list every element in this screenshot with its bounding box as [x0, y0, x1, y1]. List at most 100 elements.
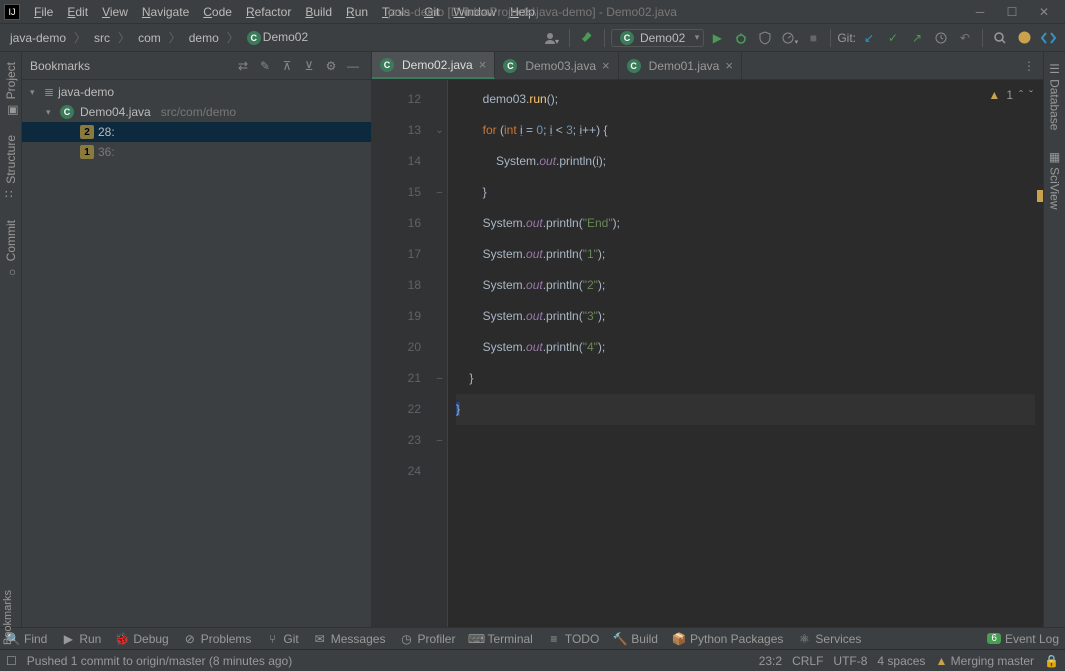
sciview-tool-tab[interactable]: ▦ SciView: [1046, 146, 1064, 214]
undo-icon[interactable]: ↶: [954, 27, 976, 49]
code-editor[interactable]: 12131415161718192021222324 ⌄––– demo03.r…: [372, 80, 1043, 627]
tool-window-run[interactable]: ▶Run: [61, 632, 101, 646]
git-pull-icon[interactable]: ↙: [858, 27, 880, 49]
filter-icon[interactable]: ⇄: [233, 56, 253, 76]
coverage-button[interactable]: [754, 27, 776, 49]
crumb[interactable]: demo: [185, 29, 223, 47]
menu-navigate[interactable]: Navigate: [136, 3, 195, 21]
close-icon[interactable]: ×: [479, 57, 487, 72]
tool-window-build[interactable]: 🔨Build: [613, 632, 658, 646]
editor-tab[interactable]: CDemo03.java×: [495, 52, 618, 79]
build-hammer-icon[interactable]: [576, 27, 598, 49]
expand-icon[interactable]: ⊼: [277, 56, 297, 76]
branch-widget[interactable]: ▲ Merging master: [935, 654, 1034, 668]
line-number[interactable]: 24: [376, 456, 421, 487]
line-number[interactable]: 14: [376, 146, 421, 177]
tool-window-event-log[interactable]: 6Event Log: [987, 632, 1059, 646]
fold-region[interactable]: [432, 146, 447, 177]
line-number[interactable]: 23: [376, 425, 421, 456]
search-icon[interactable]: [989, 27, 1011, 49]
fold-region[interactable]: [432, 84, 447, 115]
line-number[interactable]: 13: [376, 115, 421, 146]
crumb[interactable]: java-demo: [6, 29, 70, 47]
lock-icon[interactable]: 🔒: [1044, 654, 1059, 668]
maximize-button[interactable]: ☐: [1005, 5, 1019, 19]
code-with-me-icon[interactable]: [1037, 27, 1059, 49]
line-separator[interactable]: CRLF: [792, 654, 823, 668]
line-number[interactable]: 12: [376, 84, 421, 115]
tool-window-messages[interactable]: ✉Messages: [313, 632, 386, 646]
collapse-icon[interactable]: ⊻: [299, 56, 319, 76]
line-number[interactable]: 22: [376, 394, 421, 425]
chevron-up-icon[interactable]: ˆ: [1019, 88, 1023, 102]
close-icon[interactable]: ×: [602, 58, 610, 73]
line-number[interactable]: 18: [376, 270, 421, 301]
line-number[interactable]: 19: [376, 301, 421, 332]
tool-window-debug[interactable]: 🐞Debug: [115, 632, 168, 646]
line-number[interactable]: 15: [376, 177, 421, 208]
fold-region[interactable]: [432, 332, 447, 363]
profile-button[interactable]: ▾: [778, 27, 800, 49]
close-icon[interactable]: ×: [725, 58, 733, 73]
editor-tab[interactable]: CDemo02.java×: [372, 52, 495, 79]
tool-window-profiler[interactable]: ◷Profiler: [399, 632, 455, 646]
ide-settings-icon[interactable]: [1013, 27, 1035, 49]
line-number[interactable]: 21: [376, 363, 421, 394]
bookmark-item[interactable]: 1 36:: [22, 142, 371, 162]
tree-root[interactable]: ▾ ≣ java-demo: [22, 82, 371, 102]
fold-region[interactable]: –: [432, 363, 447, 394]
fold-region[interactable]: [432, 301, 447, 332]
fold-region[interactable]: [432, 456, 447, 487]
run-button[interactable]: ▶: [706, 27, 728, 49]
fold-region[interactable]: [432, 208, 447, 239]
editor-tab[interactable]: CDemo01.java×: [619, 52, 742, 79]
breadcrumb[interactable]: java-demo〉src〉com〉demo〉CDemo02: [6, 28, 312, 47]
tool-window-terminal[interactable]: ⌨Terminal: [469, 632, 532, 646]
database-tool-tab[interactable]: ☰ Database: [1046, 58, 1064, 134]
fold-region[interactable]: [432, 394, 447, 425]
tool-window-python-packages[interactable]: 📦Python Packages: [672, 632, 783, 646]
vcs-status-icon[interactable]: ☐: [6, 654, 17, 668]
user-icon[interactable]: ▾: [541, 27, 563, 49]
inspection-widget[interactable]: ▲ 1 ˆ ˇ: [984, 86, 1037, 104]
project-tool-tab[interactable]: ▣Project: [2, 58, 20, 119]
line-number[interactable]: 16: [376, 208, 421, 239]
fold-region[interactable]: [432, 239, 447, 270]
line-gutter[interactable]: 12131415161718192021222324: [372, 80, 432, 627]
edit-icon[interactable]: ✎: [255, 56, 275, 76]
line-number[interactable]: 20: [376, 332, 421, 363]
indent-info[interactable]: 4 spaces: [877, 654, 925, 668]
bookmarks-tool-tab[interactable]: Bookmarks: [0, 586, 16, 649]
menu-code[interactable]: Code: [197, 3, 238, 21]
error-stripe-mark[interactable]: [1037, 190, 1043, 202]
caret-position[interactable]: 23:2: [759, 654, 782, 668]
menu-view[interactable]: View: [96, 3, 134, 21]
crumb[interactable]: src: [90, 29, 114, 47]
debug-button[interactable]: [730, 27, 752, 49]
git-push-icon[interactable]: ↗: [906, 27, 928, 49]
code-content[interactable]: demo03.run(); for (int i = 0; i < 3; i++…: [448, 80, 1043, 627]
tool-window-services[interactable]: ⚛Services: [797, 632, 861, 646]
menu-run[interactable]: Run: [340, 3, 374, 21]
chevron-down-icon[interactable]: ˇ: [1029, 88, 1033, 102]
tool-window-git[interactable]: ⑂Git: [265, 632, 298, 646]
menu-refactor[interactable]: Refactor: [240, 3, 297, 21]
stop-button[interactable]: ■: [802, 27, 824, 49]
run-config-selector[interactable]: C Demo02: [611, 29, 704, 47]
fold-region[interactable]: –: [432, 425, 447, 456]
menu-build[interactable]: Build: [299, 3, 338, 21]
git-commit-icon[interactable]: ✓: [882, 27, 904, 49]
fold-region[interactable]: [432, 270, 447, 301]
fold-gutter[interactable]: ⌄–––: [432, 80, 448, 627]
crumb[interactable]: com: [134, 29, 165, 47]
commit-tool-tab[interactable]: ○Commit: [2, 216, 20, 281]
minimize-button[interactable]: ─: [973, 5, 987, 19]
menu-edit[interactable]: Edit: [61, 3, 94, 21]
tab-more-icon[interactable]: ⋮: [1015, 52, 1043, 79]
bookmarks-tree[interactable]: ▾ ≣ java-demo ▾ C Demo04.java src/com/de…: [22, 80, 371, 627]
git-history-icon[interactable]: [930, 27, 952, 49]
crumb[interactable]: CDemo02: [243, 28, 312, 47]
gear-icon[interactable]: ⚙: [321, 56, 341, 76]
menu-file[interactable]: File: [28, 3, 59, 21]
tool-window-todo[interactable]: ≡TODO: [547, 632, 599, 646]
